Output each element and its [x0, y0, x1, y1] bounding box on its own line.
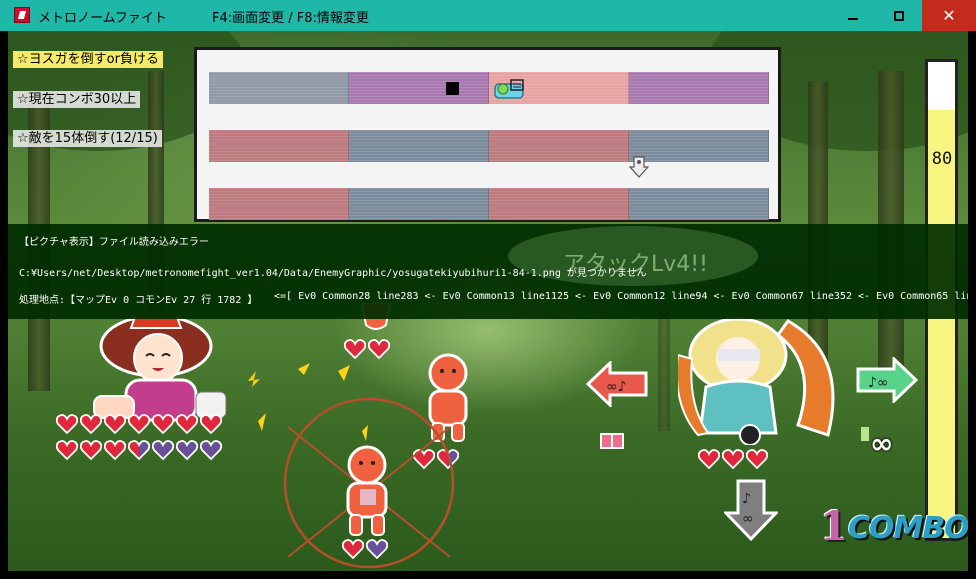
close-button[interactable]: ✕ [922, 0, 976, 31]
heart-icon [152, 440, 174, 460]
svg-text:∞♪: ∞♪ [606, 379, 627, 395]
combo-label: COMBO [848, 511, 968, 546]
player-character [93, 316, 227, 422]
svg-text:∞: ∞ [742, 511, 754, 527]
track-segment [349, 130, 489, 162]
player-hp-row-1 [56, 414, 222, 434]
rhythm-track-2 [209, 130, 769, 162]
app-icon [14, 7, 30, 23]
track-segment [629, 188, 769, 220]
right-arrow-note-icon: ♪∞ [856, 357, 918, 403]
heart-icon [200, 414, 222, 434]
heart-icon [200, 440, 222, 460]
heart-icon [698, 449, 720, 469]
track-segment [209, 130, 349, 162]
heart-icon [152, 414, 174, 434]
mission-2: ☆現在コンボ30以上 [13, 91, 141, 108]
error-location: 処理地点:【マップEv 0 コモンEv 27 行 1782 】 [19, 295, 258, 306]
game-screen[interactable]: ☆ヨスガを倒すor負ける ☆現在コンボ30以上 ☆敵を15体倒す(12/15) [8, 31, 968, 571]
window-titlebar[interactable]: メトロノームファイト F4:画面変更 / F8:情報変更 ✕ [0, 0, 976, 31]
rhythm-panel [194, 47, 781, 222]
error-trace: <=[ Ev0 Common28 line283 <- Ev0 Common13… [274, 291, 968, 302]
hp-gauge-fill [928, 109, 955, 538]
down-note-icon [629, 156, 649, 178]
heart-icon [56, 440, 78, 460]
track-segment [349, 188, 489, 220]
minimize-button[interactable] [830, 0, 876, 31]
player-cursor-icon [494, 79, 524, 99]
heart-icon [746, 449, 768, 469]
maximize-icon [894, 10, 904, 21]
minimize-icon [848, 17, 858, 20]
error-path: C:¥Users/net/Desktop/metronomefight_ver1… [19, 268, 647, 279]
track-segment [629, 130, 769, 162]
track-segment [209, 188, 349, 220]
track-segment [209, 72, 349, 104]
hp-gauge-value: 80 [931, 149, 953, 169]
heart-icon [80, 440, 102, 460]
heart-icon [722, 449, 744, 469]
heart-icon [128, 440, 150, 460]
infinity-icon: ∞ [870, 427, 894, 460]
heart-icon [368, 339, 390, 359]
enemy-top-hp [344, 339, 390, 359]
track-segment [489, 130, 629, 162]
mission-1: ☆ヨスガを倒すor負ける [13, 51, 163, 68]
window-title: メトロノームファイト [38, 11, 167, 26]
mission-3: ☆敵を15体倒す(12/15) [13, 130, 162, 147]
enemy-targeted [346, 445, 388, 536]
heart-icon [104, 440, 126, 460]
svg-text:♪: ♪ [742, 491, 751, 507]
beat-marker [446, 82, 459, 95]
heart-icon [176, 414, 198, 434]
pink-note-block [600, 433, 624, 449]
window-hint: F4:画面変更 / F8:情報変更 [212, 11, 369, 26]
left-arrow-note-icon: ∞♪ [586, 361, 648, 407]
heart-icon [56, 414, 78, 434]
rhythm-track-3 [209, 188, 769, 220]
track-segment [349, 72, 489, 104]
boss-character [678, 317, 835, 445]
green-chip [861, 427, 869, 441]
close-icon: ✕ [942, 6, 956, 25]
player-hp-row-2 [56, 440, 222, 460]
track-segment [489, 188, 629, 220]
track-segment [629, 72, 769, 104]
svg-text:♪∞: ♪∞ [868, 375, 889, 391]
heart-icon [342, 539, 364, 559]
heart-icon [176, 440, 198, 460]
maximize-button[interactable] [876, 0, 922, 31]
error-title: 【ピクチャ表示】ファイル読み込みエラー [19, 237, 209, 248]
error-overlay: アタックLv4!! 【ピクチャ表示】ファイル読み込みエラー C:¥Users/n… [8, 224, 968, 319]
heart-icon [344, 339, 366, 359]
heart-icon [366, 539, 388, 559]
combo-count: 1 [820, 503, 848, 550]
boss-hp [698, 449, 768, 469]
heart-icon [104, 414, 126, 434]
down-arrow-note-icon: ♪ ∞ [724, 479, 778, 541]
heart-icon [80, 414, 102, 434]
heart-icon [128, 414, 150, 434]
enemy-target-hp [342, 539, 388, 559]
